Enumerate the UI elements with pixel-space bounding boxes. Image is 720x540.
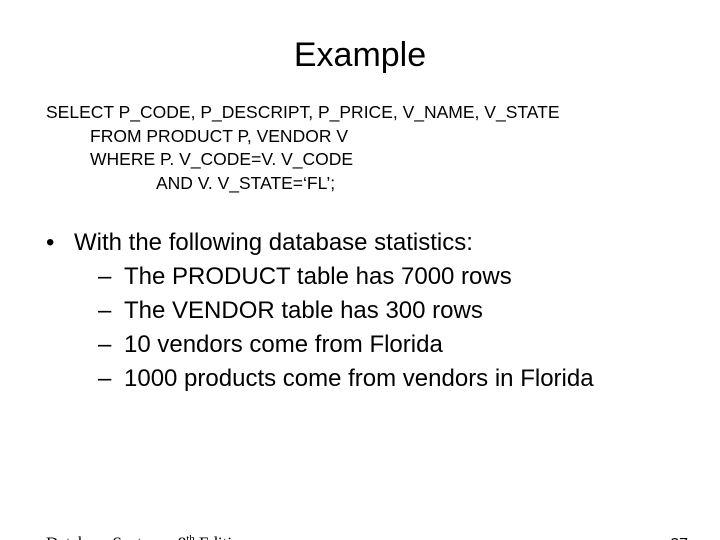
page-number: 27 (670, 536, 688, 540)
sql-line-4: AND V. V_STATE=‘FL’; (156, 172, 680, 196)
dash-icon: – (98, 260, 124, 294)
sub-bullet-item: – 1000 products come from vendors in Flo… (98, 362, 690, 396)
sql-line-2: FROM PRODUCT P, VENDOR V (90, 125, 680, 149)
footer-source-prefix: Database Systems, 8 (46, 534, 186, 540)
sql-example: SELECT P_CODE, P_DESCRIPT, P_PRICE, V_NA… (46, 101, 680, 196)
bullet-top: • With the following database statistics… (46, 226, 690, 260)
sub-bullet-text: 1000 products come from vendors in Flori… (124, 362, 594, 396)
sql-line-3: WHERE P. V_CODE=V. V_CODE (90, 148, 680, 172)
sub-bullet-item: – The PRODUCT table has 7000 rows (98, 260, 690, 294)
bullet-dot-icon: • (46, 226, 74, 260)
dash-icon: – (98, 328, 124, 362)
sub-bullet-text: The VENDOR table has 300 rows (124, 294, 483, 328)
bullet-list: • With the following database statistics… (46, 226, 690, 396)
sub-bullet-list: – The PRODUCT table has 7000 rows – The … (98, 260, 690, 396)
sub-bullet-text: The PRODUCT table has 7000 rows (124, 260, 512, 294)
dash-icon: – (98, 362, 124, 396)
dash-icon: – (98, 294, 124, 328)
slide: Example SELECT P_CODE, P_DESCRIPT, P_PRI… (0, 36, 720, 540)
bullet-top-text: With the following database statistics: (74, 226, 473, 260)
sub-bullet-text: 10 vendors come from Florida (124, 328, 443, 362)
slide-title: Example (0, 36, 720, 75)
sql-line-1: SELECT P_CODE, P_DESCRIPT, P_PRICE, V_NA… (46, 101, 680, 125)
footer-source-sup: th (186, 533, 195, 540)
sub-bullet-item: – The VENDOR table has 300 rows (98, 294, 690, 328)
footer-source-suffix: Edition (195, 534, 249, 540)
sub-bullet-item: – 10 vendors come from Florida (98, 328, 690, 362)
footer-source: Database Systems, 8th Edition (46, 533, 249, 540)
